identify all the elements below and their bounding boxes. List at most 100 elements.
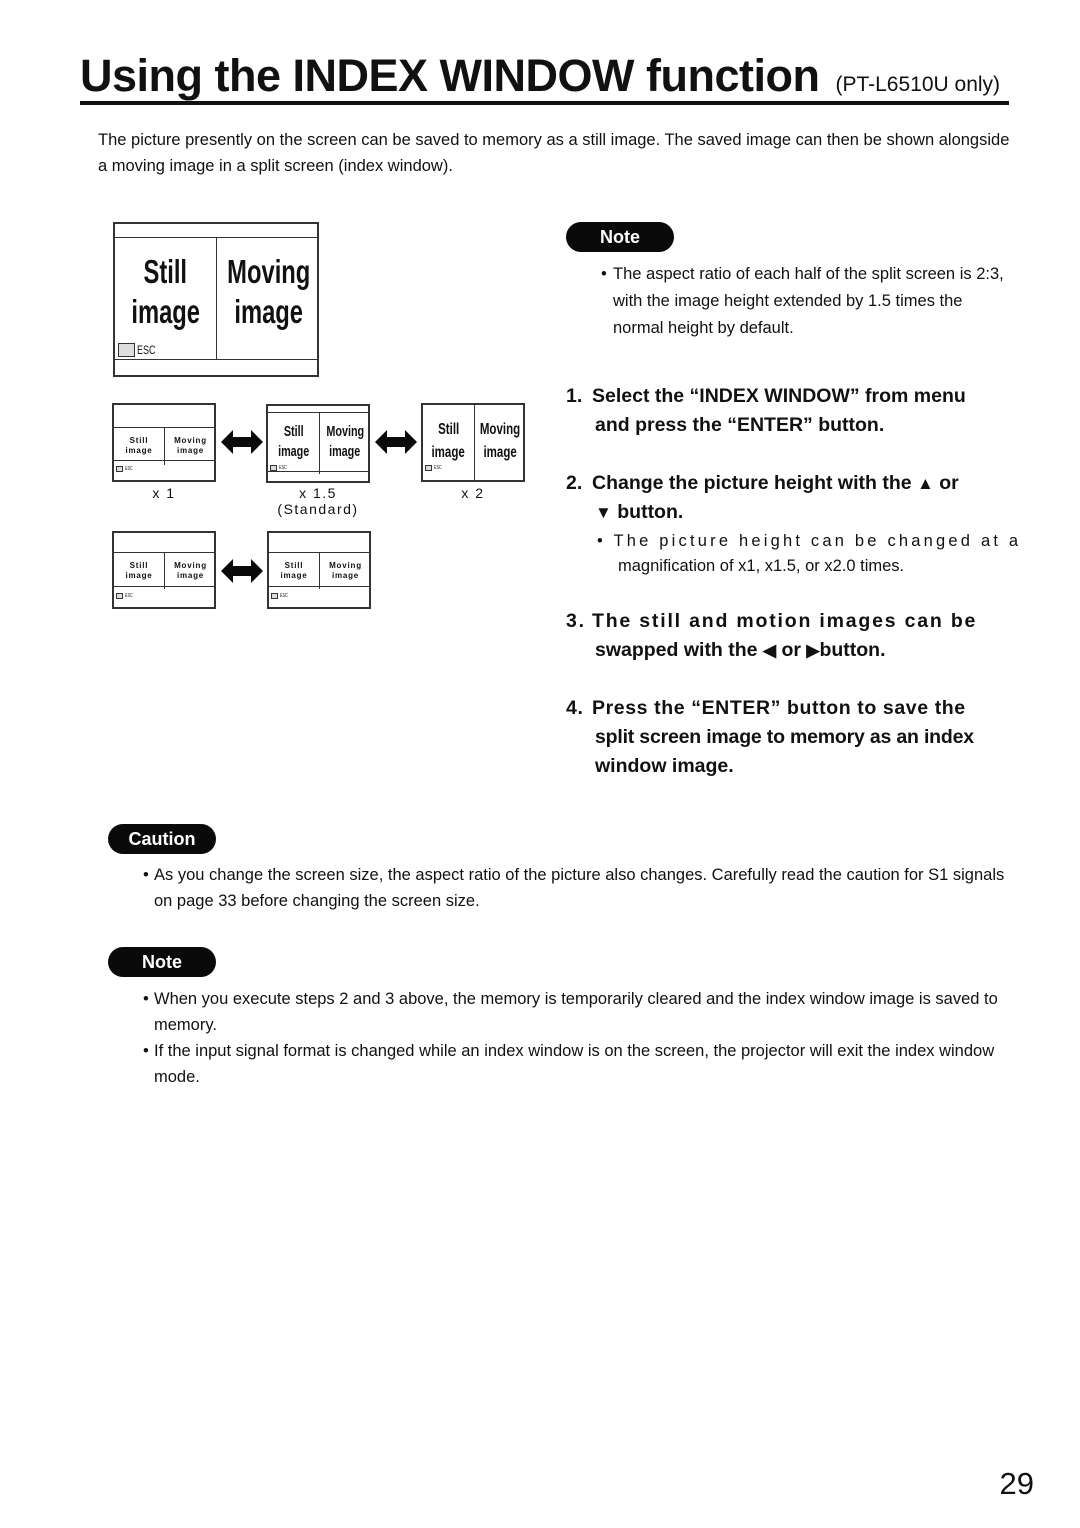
menu-esc-hint: ESC — [116, 593, 135, 599]
moving-label: Moving — [479, 421, 521, 438]
moving-image-half: Moving image — [320, 413, 370, 471]
note-item-text: When you execute steps 2 and 3 above, th… — [154, 990, 998, 1034]
still-label: Still — [129, 560, 149, 570]
bullet: • — [143, 1042, 149, 1060]
still-label-2: image — [280, 570, 308, 580]
step-text-cont: button. — [819, 639, 886, 661]
right-triangle-icon: ▶ — [806, 641, 820, 660]
double-arrow-icon — [221, 559, 263, 583]
caption-x1-5: x 1.5 (Standard) — [256, 485, 380, 517]
screen-top-band — [269, 533, 369, 553]
step-text: Change the picture height with the — [592, 472, 912, 494]
step-text: The still and motion images can be — [592, 610, 978, 632]
bullet: • — [143, 866, 149, 884]
moving-image-half: Moving image — [165, 553, 216, 588]
screen-x1: Still image Moving image ESC — [112, 403, 216, 482]
bullet: • — [597, 532, 614, 550]
menu-esc-hint: ESC — [270, 465, 289, 471]
screen-top-band — [268, 406, 368, 413]
menu-icon — [116, 593, 123, 599]
menu-icon — [425, 465, 432, 471]
caution-badge: Caution — [108, 824, 216, 854]
bullet: • — [143, 990, 149, 1008]
moving-label-2: image — [329, 443, 361, 460]
esc-label: ESC — [125, 466, 133, 472]
screen-divider — [216, 238, 217, 360]
double-arrow-icon — [221, 430, 263, 454]
magnification-label: x 2 — [461, 485, 485, 501]
step-2: 2. Change the picture height with the ▲ o… — [566, 469, 1016, 527]
note-item: • The aspect ratio of each half of the s… — [601, 261, 1013, 342]
step-number: 2. — [566, 472, 583, 494]
step-text-cont: window image. — [595, 755, 734, 777]
still-image-half: Still image — [114, 553, 164, 588]
moving-image-half: Moving image — [218, 238, 319, 346]
step-text-cont: and press the “ENTER” button. — [595, 414, 885, 436]
still-label-2: image — [277, 443, 310, 460]
menu-icon — [116, 466, 123, 472]
moving-label: Moving — [174, 560, 207, 570]
still-image-half: Still image — [269, 553, 319, 588]
up-triangle-icon: ▲ — [917, 474, 934, 493]
menu-icon — [271, 593, 278, 599]
still-label-2: image — [131, 293, 200, 330]
bullet-text-cont: magnification of x1, x1.5, or x2.0 times… — [618, 557, 905, 575]
esc-label: ESC — [279, 465, 287, 471]
menu-icon — [270, 465, 277, 471]
caution-item: • As you change the screen size, the asp… — [143, 862, 1015, 914]
bullet: • — [601, 265, 607, 283]
moving-image-half: Moving image — [165, 428, 216, 463]
moving-label-2: image — [483, 444, 517, 461]
caution-item-text: As you change the screen size, the aspec… — [154, 866, 1005, 910]
step-text-cont: swapped with the — [595, 639, 758, 661]
step-3: 3. The still and motion images can be swa… — [566, 607, 1016, 665]
esc-label: ESC — [434, 465, 442, 471]
title-underline — [80, 101, 1009, 105]
note-item-text: The aspect ratio of each half of the spl… — [613, 265, 1004, 337]
step-1: 1. Select the “INDEX WINDOW” from menu an… — [566, 382, 1016, 440]
title-model-note: (PT-L6510U only) — [835, 73, 1001, 96]
still-label-2: image — [125, 570, 153, 580]
screen-x2: Still image Moving image ESC — [421, 403, 525, 482]
moving-image-half: Moving image — [475, 405, 525, 477]
moving-image-half: Moving image — [320, 553, 371, 588]
step-text: Select the “INDEX WINDOW” from menu — [592, 385, 966, 407]
screen-bottom-band — [268, 471, 368, 481]
menu-esc-hint: ESC — [116, 466, 135, 472]
step-4: 4. Press the “ENTER” button to save the s… — [566, 694, 1016, 781]
page-number: 29 — [999, 1466, 1034, 1501]
still-image-half: Still image — [115, 238, 216, 346]
note-top-list: • The aspect ratio of each half of the s… — [601, 261, 1013, 342]
screen-swap-before: Still image Moving image ESC — [112, 531, 216, 609]
title-main: Using the INDEX WINDOW function — [80, 50, 820, 101]
caption-x2: x 2 — [421, 485, 525, 501]
bullet-text: The picture height can be changed at a — [613, 532, 1022, 550]
still-label-2: image — [431, 444, 466, 461]
double-arrow-icon — [375, 430, 417, 454]
screen-swap-after: Still image Moving image ESC — [267, 531, 371, 609]
step-text: or — [939, 472, 959, 494]
caption-x1: x 1 — [112, 485, 216, 501]
note-badge: Note — [566, 222, 674, 252]
menu-esc-hint: ESC — [425, 465, 444, 471]
step-number: 1. — [566, 385, 583, 407]
note-badge-bottom: Note — [108, 947, 216, 977]
still-label: Still — [283, 423, 304, 440]
menu-esc-hint: ESC — [271, 593, 290, 599]
step-text-cont: or — [781, 639, 801, 661]
left-triangle-icon: ◀ — [762, 641, 777, 660]
step-number: 4. — [566, 697, 584, 719]
moving-label: Moving — [329, 560, 362, 570]
magnification-label: x 1.5 — [299, 485, 337, 501]
screen-top-band — [114, 405, 214, 428]
esc-label: ESC — [125, 593, 133, 599]
still-image-half: Still image — [114, 428, 164, 463]
step-text-cont: split screen image to memory as an index — [595, 726, 974, 748]
screen-bottom-band — [115, 359, 317, 375]
still-label: Still — [129, 435, 149, 445]
moving-label-2: image — [331, 570, 360, 580]
step-text: Press the “ENTER” button to save the — [592, 697, 966, 719]
note-bottom-list: • When you execute steps 2 and 3 above, … — [143, 986, 1015, 1090]
note-item-text: If the input signal format is changed wh… — [154, 1042, 995, 1086]
still-label: Still — [284, 560, 304, 570]
